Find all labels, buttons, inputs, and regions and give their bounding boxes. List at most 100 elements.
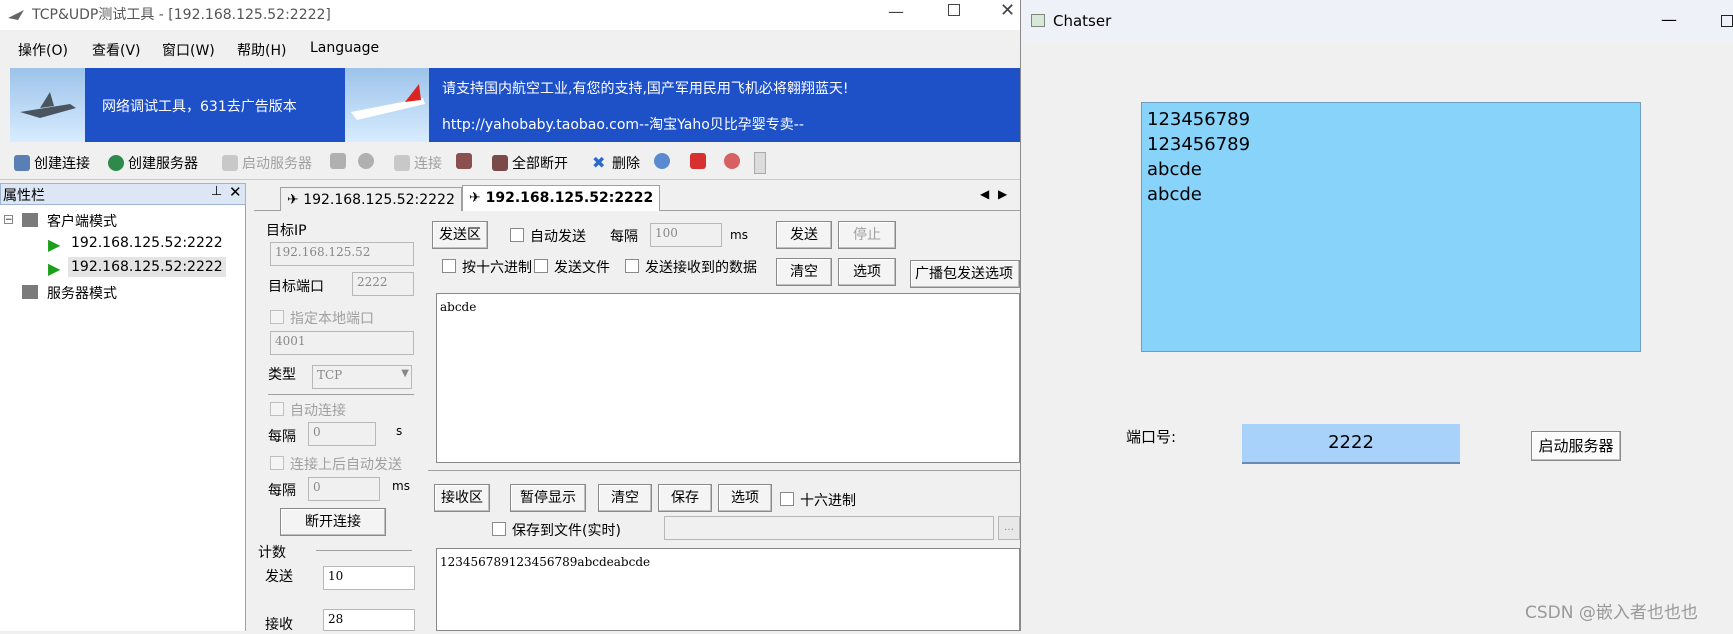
connect-button[interactable]: 连接 [394,153,442,173]
pin-icon[interactable]: ⊥ [211,184,222,199]
tab-connection-1[interactable]: ✈ 192.168.125.52:2222 [280,187,462,211]
panel-close-icon[interactable]: ✕ [229,183,242,201]
maximize-icon[interactable] [1721,15,1733,27]
send-textarea[interactable]: abcde [436,293,1020,463]
broadcast-options-button[interactable]: 广播包发送选项 [910,260,1020,288]
start-server-button[interactable]: 启动服务器 [1531,431,1621,461]
recv-count-field[interactable]: 28 [323,609,415,631]
menu-language[interactable]: Language [310,40,379,56]
hex-send-checkbox[interactable]: 按十六进制 [442,257,532,277]
send-interval-label: 每隔 [610,229,638,245]
recv-options-button[interactable]: 选项 [718,484,772,512]
play-icon: ▶ [48,259,61,278]
send-received-checkbox[interactable]: 发送接收到的数据 [625,257,757,277]
tab-scroll-right-icon[interactable]: ▶ [998,187,1007,201]
settings-button[interactable] [654,153,670,169]
recv-textarea[interactable]: 123456789123456789abcdeabcde [436,548,1020,631]
local-port-field[interactable]: 4001 [270,331,414,355]
menu-window[interactable]: 窗口(W) [162,40,215,60]
send-options-button[interactable]: 选项 [838,258,896,286]
start-server-button[interactable]: 启动服务器 [222,153,312,173]
cancel-button[interactable] [358,153,374,169]
save-to-file-checkbox[interactable]: 保存到文件(实时) [492,520,621,540]
new-connection-icon [14,155,30,171]
menu-operate[interactable]: 操作(O) [18,40,68,60]
properties-panel-header: 属性栏 ⊥ ✕ [0,183,246,205]
disconnect-all-button[interactable]: 全部断开 [492,153,568,173]
auto-send-after-connect-checkbox[interactable]: 连接上后自动发送 [270,454,402,474]
maximize-icon[interactable] [948,4,960,16]
minimize-icon[interactable]: — [1661,10,1677,29]
send-count-field[interactable]: 10 [323,566,415,590]
message-item: 123456789 [1147,109,1251,130]
cancel-icon [358,153,374,169]
message-list[interactable]: 123456789 123456789 abcde abcde [1141,102,1641,352]
recv-count-label: 接收 [265,617,293,633]
tree-client-1[interactable]: 192.168.125.52:2222 [71,235,223,251]
stop-server-button[interactable] [330,153,346,169]
tree-client-2[interactable]: 192.168.125.52:2222 [68,257,226,277]
menu-view[interactable]: 查看(V) [92,40,141,60]
target-port-field[interactable]: 2222 [352,272,414,296]
toolbar-overflow-icon[interactable] [754,152,766,174]
window-title: TCP&UDP测试工具 - [192.168.125.52:2222] [32,7,331,23]
create-server-button[interactable]: 创建服务器 [108,153,198,173]
exit-button[interactable] [690,153,706,169]
auto-connect-checkbox[interactable]: 自动连接 [270,400,346,420]
airliner-image [345,68,429,142]
type-value: TCP [317,368,343,382]
tab-connection-2[interactable]: ✈ 192.168.125.52:2222 [462,185,661,211]
help-icon [724,153,740,169]
stop-button[interactable]: 停止 [838,221,896,249]
disconnect-button[interactable]: 断开连接 [280,508,386,536]
help-button[interactable] [724,153,740,169]
type-select[interactable]: TCP ▼ [312,365,412,389]
auto-send-checkbox[interactable]: 自动发送 [510,226,586,246]
target-ip-field[interactable]: 192.168.125.52 [270,242,414,266]
app-icon [6,6,26,22]
send-file-checkbox[interactable]: 发送文件 [534,257,610,277]
minimize-icon[interactable]: — [888,2,904,21]
checkbox-box [780,492,794,506]
tree-client-mode[interactable]: 客户端模式 [47,211,117,231]
send-button[interactable]: 发送 [776,221,832,249]
jet-image [10,68,85,142]
delete-button[interactable]: ✖ 删除 [592,153,640,173]
start-server-label: 启动服务器 [242,156,312,172]
checkbox-box [270,456,284,470]
collapse-icon[interactable]: − [4,215,13,225]
computer-icon [22,213,38,227]
gear-icon [654,153,670,169]
disconnect-button[interactable] [456,153,472,169]
browse-icon[interactable]: … [998,516,1020,540]
pause-display-button[interactable]: 暂停显示 [510,484,586,512]
checkbox-box [270,310,284,324]
tab-scroll-left-icon[interactable]: ◀ [980,187,989,201]
port-input[interactable]: 2222 [1242,424,1460,464]
menu-help[interactable]: 帮助(H) [237,40,286,60]
ms-unit: ms [392,479,410,493]
tab-label: 192.168.125.52:2222 [485,190,654,206]
close-icon[interactable]: ✕ [1000,0,1015,21]
port-label: 端口号: [1126,428,1177,446]
create-connection-button[interactable]: 创建连接 [14,153,90,173]
checkbox-box [534,259,548,273]
watermark: CSDN @嵌入者也也也 [1525,603,1698,623]
chatser-app-icon [1031,14,1045,27]
recv-clear-button[interactable]: 清空 [598,484,652,512]
disconnect-all-icon [492,155,508,171]
ad-banner[interactable]: 网络调试工具，631去广告版本 请支持国内航空工业,有您的支持,国产军用民用飞机… [10,68,1020,142]
recv-hex-checkbox[interactable]: 十六进制 [780,490,856,510]
auto-send-interval-field[interactable]: 0 [308,477,380,501]
send-interval-field[interactable]: 100 [650,223,722,247]
connect-icon [394,155,410,171]
message-item: abcde [1147,184,1202,205]
recv-save-button[interactable]: 保存 [658,484,712,512]
save-file-path-field[interactable] [664,516,994,540]
send-clear-button[interactable]: 清空 [776,258,832,286]
server-icon [222,155,238,171]
tree-server-mode[interactable]: 服务器模式 [47,283,117,303]
banner-line2[interactable]: http://yahobaby.taobao.com--淘宝Yaho贝比孕婴专卖… [442,114,804,134]
reconnect-interval-field[interactable]: 0 [308,422,376,446]
local-port-checkbox[interactable]: 指定本地端口 [270,308,374,328]
